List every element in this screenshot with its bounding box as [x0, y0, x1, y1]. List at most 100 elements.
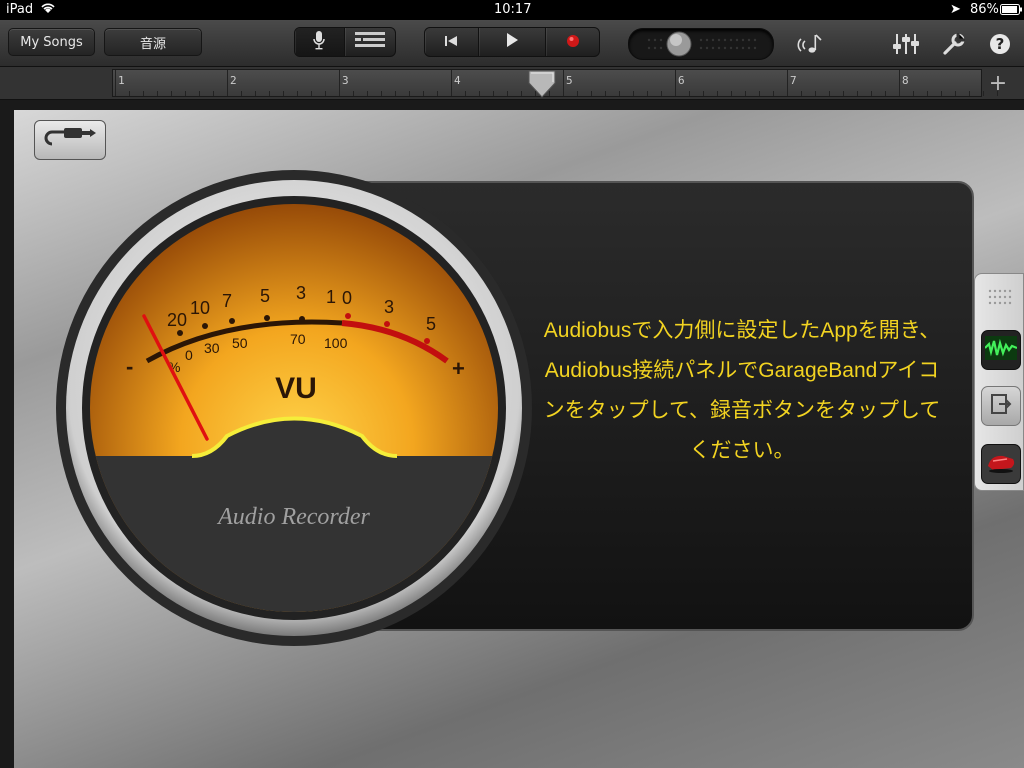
help-icon[interactable]: ?	[986, 30, 1014, 58]
ruler-tick	[311, 91, 312, 96]
playhead[interactable]	[527, 69, 557, 103]
scale-label: 30	[204, 340, 220, 356]
ruler-tick	[941, 91, 942, 96]
volume-slider	[647, 31, 757, 57]
clock: 10:17	[494, 2, 532, 17]
scale-label: 100	[324, 335, 348, 351]
ruler-tick	[605, 91, 606, 96]
ruler-tick	[297, 91, 298, 96]
ruler-number: 6	[678, 74, 685, 87]
ruler-tick	[619, 91, 620, 96]
grip-icon	[987, 288, 1013, 310]
ruler-number: 3	[342, 74, 349, 87]
ruler-number: 5	[566, 74, 573, 87]
add-section-button[interactable]: +	[984, 69, 1012, 97]
ruler-tick	[675, 70, 676, 96]
rewind-icon	[444, 33, 458, 52]
garageband-app-icon	[985, 449, 1017, 479]
ruler-tick	[521, 91, 522, 96]
toolbar: My Songs 音源 ?	[0, 20, 1024, 67]
ruler-tick	[633, 91, 634, 96]
ruler-tick	[367, 91, 368, 96]
ruler-number: 8	[902, 74, 909, 87]
ruler-tick	[157, 91, 158, 96]
ruler-tick	[703, 91, 704, 96]
ruler-tick	[255, 91, 256, 96]
ruler-tick	[647, 91, 648, 96]
ruler-tick	[871, 91, 872, 96]
ruler-tick	[143, 91, 144, 96]
audiobus-input-icon	[984, 336, 1018, 364]
cable-plug-icon	[42, 126, 98, 154]
svg-text:?: ?	[996, 35, 1005, 53]
scale-label: 3	[384, 297, 394, 317]
ruler-tick	[283, 91, 284, 96]
ruler-tick	[857, 91, 858, 96]
scale-label: 7	[222, 291, 232, 311]
audiobus-connect-icon	[990, 393, 1012, 419]
play-icon	[504, 32, 520, 52]
audiobus-connect-button[interactable]	[981, 386, 1021, 426]
mixer-icon[interactable]	[892, 30, 920, 58]
wifi-icon	[40, 1, 56, 19]
ruler-tick	[423, 91, 424, 96]
ruler-tick	[381, 91, 382, 96]
scale-label: 0	[342, 288, 352, 308]
scale-label: 50	[232, 335, 248, 351]
ruler-tick	[479, 91, 480, 96]
ruler-tick	[199, 91, 200, 96]
ruler-tick	[899, 70, 900, 96]
ruler-tick	[129, 91, 130, 96]
device-label: iPad	[6, 2, 34, 17]
ruler-tick	[913, 91, 914, 96]
ruler-tick	[171, 91, 172, 96]
master-volume-slider[interactable]	[628, 28, 774, 60]
ruler-number: 7	[790, 74, 797, 87]
ruler-number: 1	[118, 74, 125, 87]
ruler-tick	[241, 91, 242, 96]
ruler-tick	[451, 70, 452, 96]
ruler-tick	[465, 91, 466, 96]
transport-controls	[424, 27, 600, 57]
ruler-tick	[493, 91, 494, 96]
ruler-tick	[815, 91, 816, 96]
ruler-tick	[339, 70, 340, 96]
ruler-tick	[115, 70, 116, 96]
rewind-button[interactable]	[425, 28, 479, 56]
ruler-tick	[437, 91, 438, 96]
ruler-tick	[409, 91, 410, 96]
mic-view-button[interactable]	[295, 28, 345, 56]
scale-label: 3	[296, 283, 306, 303]
scale-label: 0	[185, 347, 193, 363]
timeline-ruler[interactable]: 1 2 3 4 5 6 7 8 +	[0, 67, 1024, 100]
battery-icon	[1000, 4, 1022, 19]
battery-label: 86%	[970, 2, 999, 17]
metronome-icon[interactable]	[796, 30, 824, 58]
ruler-tick	[213, 91, 214, 96]
play-button[interactable]	[479, 28, 547, 56]
ruler-tick	[787, 70, 788, 96]
ruler-tick	[731, 91, 732, 96]
panel-grip[interactable]	[981, 280, 1019, 318]
my-songs-button[interactable]: My Songs	[8, 28, 95, 56]
ruler-tick	[269, 91, 270, 96]
audiobus-input-button[interactable]	[981, 330, 1021, 370]
settings-wrench-icon[interactable]	[940, 30, 968, 58]
scale-label: 10	[190, 298, 210, 318]
ruler-tick	[395, 91, 396, 96]
record-button[interactable]	[546, 28, 599, 56]
ruler-tick	[843, 91, 844, 96]
ruler-tick	[969, 91, 970, 96]
instrument-button[interactable]: 音源	[104, 28, 202, 56]
ruler-tick	[563, 70, 564, 96]
ruler-tick	[829, 91, 830, 96]
ruler-tick	[661, 91, 662, 96]
scale-label: 1	[326, 287, 336, 307]
brand-label: Audio Recorder	[216, 504, 370, 530]
scale-label: 20	[167, 310, 187, 330]
ruler-tick	[591, 91, 592, 96]
vu-label: VU	[275, 372, 317, 405]
input-settings-button[interactable]	[34, 120, 106, 160]
tracks-view-button[interactable]	[345, 28, 395, 56]
garageband-app-button[interactable]	[981, 444, 1021, 484]
